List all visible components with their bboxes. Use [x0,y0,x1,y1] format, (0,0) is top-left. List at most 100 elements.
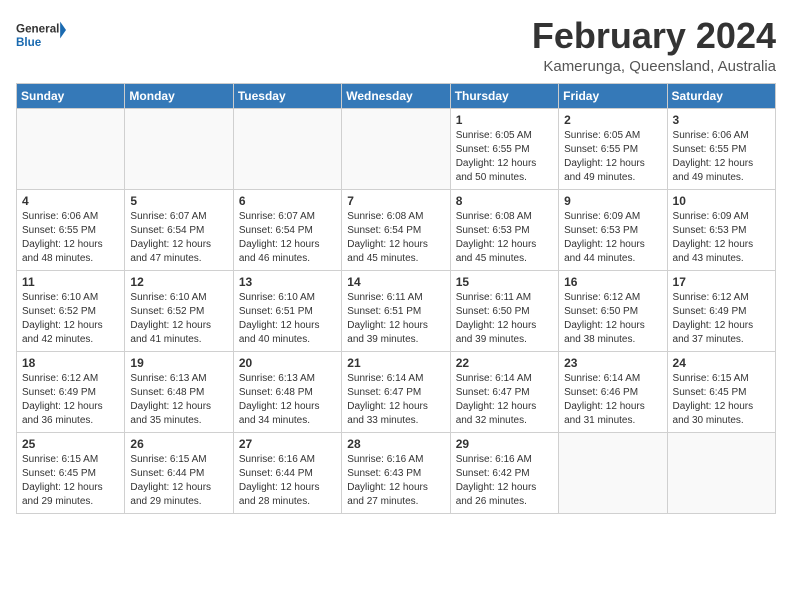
day-info: Sunrise: 6:07 AM Sunset: 6:54 PM Dayligh… [239,210,336,266]
calendar-cell: 3Sunrise: 6:06 AM Sunset: 6:55 PM Daylig… [667,108,775,189]
day-number: 22 [456,356,553,370]
calendar-cell: 10 Sunrise: 6:09 AM Sunset: 6:53 PM Dayli… [667,189,775,270]
calendar-cell: 24 Sunrise: 6:15 AM Sunset: 6:45 PM Dayli… [667,351,775,432]
day-number: 21 [347,356,444,370]
day-info: Sunrise: 6:11 AM Sunset: 6:51 PM Dayligh… [347,291,444,347]
calendar-cell: 12 Sunrise: 6:10 AM Sunset: 6:52 PM Dayli… [125,270,233,351]
calendar-cell: 20 Sunrise: 6:13 AM Sunset: 6:48 PM Dayli… [233,351,341,432]
day-info: Sunrise: 6:15 AM Sunset: 6:45 PM Dayligh… [673,372,770,428]
day-info: Sunrise: 6:05 AM Sunset: 6:55 PM Dayligh… [456,129,553,185]
day-info: Sunrise: 6:15 AM Sunset: 6:44 PM Dayligh… [130,453,227,509]
calendar-cell: 18 Sunrise: 6:12 AM Sunset: 6:49 PM Dayli… [17,351,125,432]
day-info: Sunrise: 6:12 AM Sunset: 6:49 PM Dayligh… [673,291,770,347]
calendar-cell: 28 Sunrise: 6:16 AM Sunset: 6:43 PM Dayli… [342,432,450,513]
calendar-cell: 8 Sunrise: 6:08 AM Sunset: 6:53 PM Daylig… [450,189,558,270]
day-number: 17 [673,275,770,289]
day-info: Sunrise: 6:10 AM Sunset: 6:52 PM Dayligh… [130,291,227,347]
day-info: Sunrise: 6:08 AM Sunset: 6:53 PM Dayligh… [456,210,553,266]
day-number: 6 [239,194,336,208]
day-info: Sunrise: 6:06 AM Sunset: 6:55 PM Dayligh… [22,210,119,266]
day-number: 2 [564,113,661,127]
logo-svg: General Blue [16,16,66,54]
day-number: 11 [22,275,119,289]
day-number: 13 [239,275,336,289]
calendar-day-header: Wednesday [342,83,450,108]
calendar-cell: 2 Sunrise: 6:05 AM Sunset: 6:55 PM Daylig… [559,108,667,189]
title-section: February 2024 Kamerunga, Queensland, Aus… [532,16,776,75]
calendar-cell: 6 Sunrise: 6:07 AM Sunset: 6:54 PM Daylig… [233,189,341,270]
calendar-cell: 11 Sunrise: 6:10 AM Sunset: 6:52 PM Dayli… [17,270,125,351]
calendar-cell: 27Sunrise: 6:16 AM Sunset: 6:44 PM Dayli… [233,432,341,513]
header: General Blue February 2024 Kamerunga, Qu… [16,16,776,75]
day-number: 24 [673,356,770,370]
day-number: 16 [564,275,661,289]
day-info: Sunrise: 6:14 AM Sunset: 6:47 PM Dayligh… [456,372,553,428]
day-number: 25 [22,437,119,451]
location-title: Kamerunga, Queensland, Australia [532,58,776,75]
calendar-week-row: 11 Sunrise: 6:10 AM Sunset: 6:52 PM Dayli… [17,270,776,351]
day-info: Sunrise: 6:06 AM Sunset: 6:55 PM Dayligh… [673,129,770,185]
calendar-cell [125,108,233,189]
calendar-cell: 5 Sunrise: 6:07 AM Sunset: 6:54 PM Daylig… [125,189,233,270]
calendar-cell: 25 Sunrise: 6:15 AM Sunset: 6:45 PM Dayli… [17,432,125,513]
day-number: 20 [239,356,336,370]
day-number: 18 [22,356,119,370]
day-info: Sunrise: 6:05 AM Sunset: 6:55 PM Dayligh… [564,129,661,185]
day-info: Sunrise: 6:09 AM Sunset: 6:53 PM Dayligh… [673,210,770,266]
calendar-day-header: Sunday [17,83,125,108]
day-info: Sunrise: 6:16 AM Sunset: 6:42 PM Dayligh… [456,453,553,509]
calendar-cell [667,432,775,513]
calendar-day-header: Tuesday [233,83,341,108]
calendar-day-header: Monday [125,83,233,108]
calendar-cell: 13Sunrise: 6:10 AM Sunset: 6:51 PM Dayli… [233,270,341,351]
calendar-day-header: Saturday [667,83,775,108]
calendar-cell: 15 Sunrise: 6:11 AM Sunset: 6:50 PM Dayli… [450,270,558,351]
day-number: 8 [456,194,553,208]
calendar-cell: 22 Sunrise: 6:14 AM Sunset: 6:47 PM Dayli… [450,351,558,432]
day-info: Sunrise: 6:15 AM Sunset: 6:45 PM Dayligh… [22,453,119,509]
day-info: Sunrise: 6:11 AM Sunset: 6:50 PM Dayligh… [456,291,553,347]
day-info: Sunrise: 6:16 AM Sunset: 6:43 PM Dayligh… [347,453,444,509]
calendar-cell: 29 Sunrise: 6:16 AM Sunset: 6:42 PM Dayli… [450,432,558,513]
calendar-week-row: 4 Sunrise: 6:06 AM Sunset: 6:55 PM Daylig… [17,189,776,270]
calendar-cell: 16 Sunrise: 6:12 AM Sunset: 6:50 PM Dayli… [559,270,667,351]
day-info: Sunrise: 6:12 AM Sunset: 6:50 PM Dayligh… [564,291,661,347]
day-info: Sunrise: 6:12 AM Sunset: 6:49 PM Dayligh… [22,372,119,428]
day-number: 14 [347,275,444,289]
day-number: 27 [239,437,336,451]
calendar-table: SundayMondayTuesdayWednesdayThursdayFrid… [16,83,776,514]
day-number: 12 [130,275,227,289]
day-number: 28 [347,437,444,451]
calendar-cell: 1 Sunrise: 6:05 AM Sunset: 6:55 PM Daylig… [450,108,558,189]
day-info: Sunrise: 6:07 AM Sunset: 6:54 PM Dayligh… [130,210,227,266]
month-title: February 2024 [532,16,776,56]
day-number: 29 [456,437,553,451]
calendar-cell [342,108,450,189]
day-info: Sunrise: 6:13 AM Sunset: 6:48 PM Dayligh… [239,372,336,428]
day-number: 10 [673,194,770,208]
day-number: 7 [347,194,444,208]
day-number: 26 [130,437,227,451]
calendar-cell: 4 Sunrise: 6:06 AM Sunset: 6:55 PM Daylig… [17,189,125,270]
day-info: Sunrise: 6:10 AM Sunset: 6:52 PM Dayligh… [22,291,119,347]
day-number: 19 [130,356,227,370]
day-number: 5 [130,194,227,208]
day-info: Sunrise: 6:14 AM Sunset: 6:47 PM Dayligh… [347,372,444,428]
day-info: Sunrise: 6:13 AM Sunset: 6:48 PM Dayligh… [130,372,227,428]
day-number: 15 [456,275,553,289]
calendar-cell: 23Sunrise: 6:14 AM Sunset: 6:46 PM Dayli… [559,351,667,432]
logo: General Blue [16,16,66,54]
calendar-cell: 9Sunrise: 6:09 AM Sunset: 6:53 PM Daylig… [559,189,667,270]
day-info: Sunrise: 6:08 AM Sunset: 6:54 PM Dayligh… [347,210,444,266]
calendar-header-row: SundayMondayTuesdayWednesdayThursdayFrid… [17,83,776,108]
calendar-cell [17,108,125,189]
day-number: 4 [22,194,119,208]
calendar-day-header: Thursday [450,83,558,108]
calendar-week-row: 1 Sunrise: 6:05 AM Sunset: 6:55 PM Daylig… [17,108,776,189]
day-number: 1 [456,113,553,127]
calendar-week-row: 18 Sunrise: 6:12 AM Sunset: 6:49 PM Dayli… [17,351,776,432]
calendar-week-row: 25 Sunrise: 6:15 AM Sunset: 6:45 PM Dayli… [17,432,776,513]
calendar-cell: 14 Sunrise: 6:11 AM Sunset: 6:51 PM Dayli… [342,270,450,351]
calendar-cell: 21 Sunrise: 6:14 AM Sunset: 6:47 PM Dayli… [342,351,450,432]
calendar-cell: 17 Sunrise: 6:12 AM Sunset: 6:49 PM Dayli… [667,270,775,351]
